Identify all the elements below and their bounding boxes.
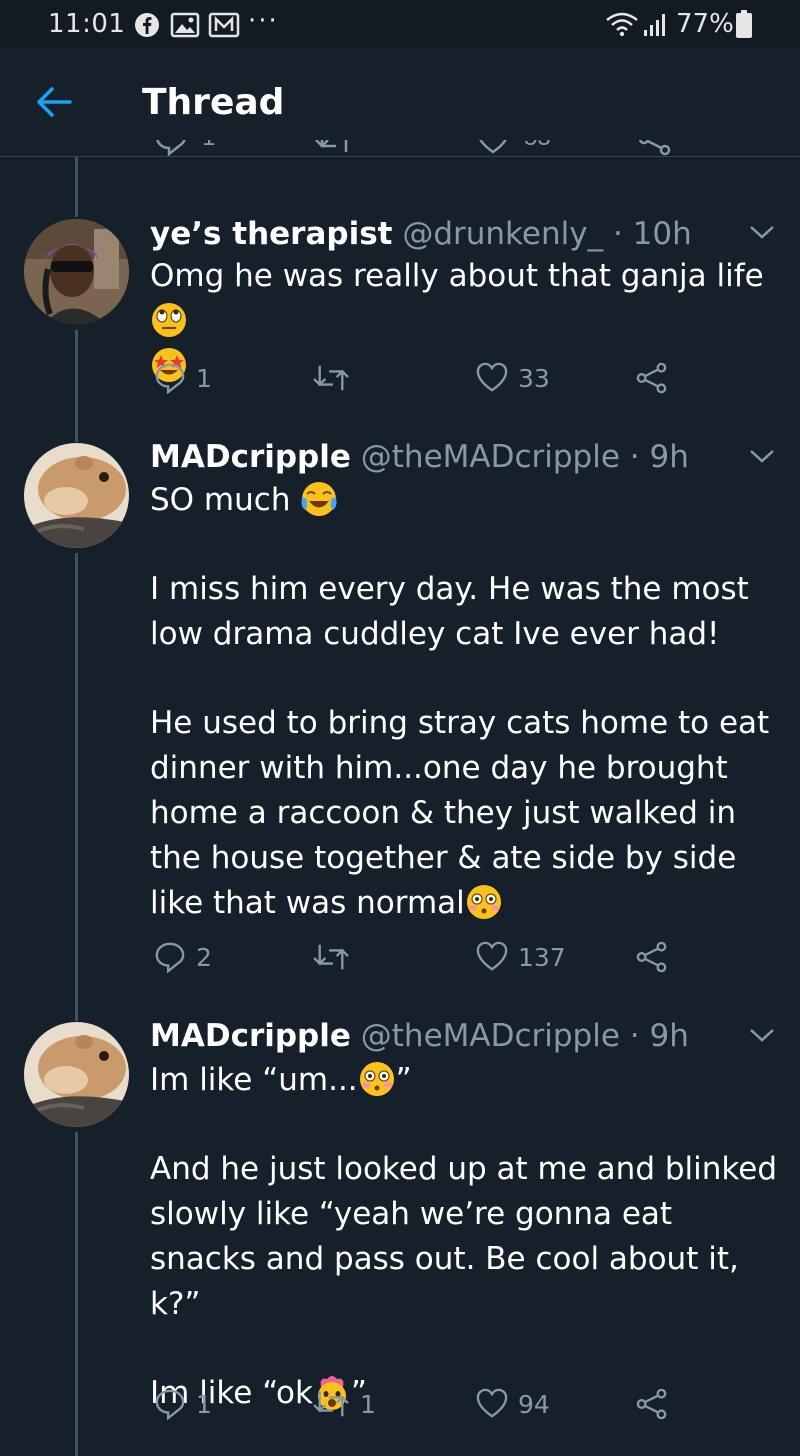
thread-line (75, 1132, 78, 1456)
retweet-icon (313, 1391, 349, 1417)
retweet-icon[interactable] (314, 140, 354, 156)
wifi-icon (606, 12, 638, 37)
tears-of-joy-emoji-icon (301, 482, 337, 516)
chevron-down-icon[interactable] (748, 222, 776, 242)
thread-line (75, 553, 78, 1021)
tweet-text-paragraph: And he just looked up at me and blinked … (150, 1151, 778, 1322)
reply-button[interactable]: 2 (154, 941, 212, 973)
tweet-text-line: Omg he was really about that ganja life (150, 258, 764, 294)
tweet-time: · 10h (612, 216, 692, 252)
avatar[interactable] (24, 443, 129, 548)
tweet-time: · 9h (629, 439, 689, 475)
share-icon (636, 941, 667, 973)
display-name[interactable]: ye’s therapist (150, 216, 392, 252)
like-icon (476, 1388, 508, 1418)
display-name[interactable]: MADcripple (150, 439, 351, 475)
reply-count: 2 (196, 942, 212, 972)
tweet-text-paragraph: I miss him every day. He was the most lo… (150, 571, 749, 652)
share-button[interactable] (636, 362, 668, 394)
like-count: 94 (518, 1389, 550, 1419)
tweet-time: · 9h (629, 1018, 689, 1054)
retweet-button[interactable] (312, 362, 360, 394)
share-icon (636, 362, 667, 394)
like-count: 53 (524, 140, 551, 152)
facebook-icon (135, 13, 159, 37)
closing-quote: ” (395, 1062, 412, 1098)
tweet-text-line: SO much (150, 482, 301, 518)
username[interactable]: @drunkenly_ (402, 216, 603, 252)
retweet-button[interactable] (312, 941, 360, 973)
more-notifications-icon: ··· (248, 6, 279, 36)
tweet-text: Im like “um... ” And he just looked up at… (150, 1058, 780, 1416)
display-name[interactable]: MADcripple (150, 1018, 351, 1054)
tweet-actions: 2 137 (150, 941, 750, 981)
like-icon[interactable] (476, 140, 510, 156)
hamster-avatar-image (24, 1022, 129, 1127)
reply-icon (155, 942, 185, 973)
reply-button[interactable]: 1 (154, 1388, 212, 1420)
battery-percent: 77% (676, 9, 734, 39)
eye-roll-emoji-icon (152, 303, 186, 337)
page-title: Thread (142, 82, 285, 123)
status-bar: 11:01 ··· 77% (0, 0, 800, 48)
reply-icon[interactable] (154, 140, 188, 156)
username[interactable]: @theMADcripple (361, 439, 620, 475)
avatar-image (24, 219, 129, 324)
retweet-icon (313, 365, 349, 391)
like-icon (476, 362, 508, 392)
thread-line (75, 330, 78, 442)
tweet-text-line: Im like “um... (150, 1062, 358, 1098)
reply-count: 1 (196, 363, 212, 393)
like-button[interactable]: 137 (476, 941, 566, 973)
mail-icon (208, 12, 240, 38)
reply-button[interactable]: 1 (154, 362, 212, 394)
reply-count: 1 (202, 140, 215, 152)
tweet-actions: 1 1 94 (150, 1388, 750, 1428)
hamster-avatar-image (24, 443, 129, 548)
avatar[interactable] (24, 219, 129, 324)
battery-icon (736, 10, 752, 38)
previous-tweet-actions: 1 53 (150, 140, 790, 156)
chevron-down-icon[interactable] (748, 446, 776, 466)
retweet-count: 1 (360, 1389, 376, 1419)
flushed-emoji-icon (359, 1062, 394, 1096)
tweet-actions: 1 33 (150, 362, 750, 402)
like-button[interactable]: 33 (476, 362, 550, 394)
username[interactable]: @theMADcripple (361, 1018, 620, 1054)
flushed-emoji-icon (466, 885, 501, 919)
share-button[interactable] (636, 941, 668, 973)
share-button[interactable] (636, 1388, 668, 1420)
back-arrow-icon[interactable] (34, 82, 74, 122)
tweet-meta: MADcripple @theMADcripple · 9h (150, 1018, 689, 1054)
tweet-text-paragraph: He used to bring stray cats home to eat … (150, 705, 770, 921)
avatar[interactable] (24, 1022, 129, 1127)
like-count: 33 (518, 363, 550, 393)
signal-icon (644, 14, 665, 36)
retweet-button[interactable]: 1 (312, 1388, 376, 1420)
share-icon[interactable] (638, 140, 672, 156)
chevron-down-icon[interactable] (748, 1025, 776, 1045)
reply-count: 1 (196, 1389, 212, 1419)
like-count: 137 (518, 942, 566, 972)
like-icon (476, 941, 508, 971)
like-button[interactable]: 94 (476, 1388, 550, 1420)
retweet-icon (313, 944, 349, 970)
tweet-text: SO much I miss him every day. He was the… (150, 478, 780, 926)
gallery-icon (170, 12, 200, 38)
tweet-meta: MADcripple @theMADcripple · 9h (150, 439, 689, 475)
reply-icon (155, 363, 185, 394)
tweet-meta: ye’s therapist @drunkenly_ · 10h (150, 216, 692, 252)
reply-icon (155, 1389, 185, 1420)
share-icon (636, 1388, 667, 1420)
thread-line (75, 157, 78, 217)
status-time: 11:01 (48, 9, 126, 39)
